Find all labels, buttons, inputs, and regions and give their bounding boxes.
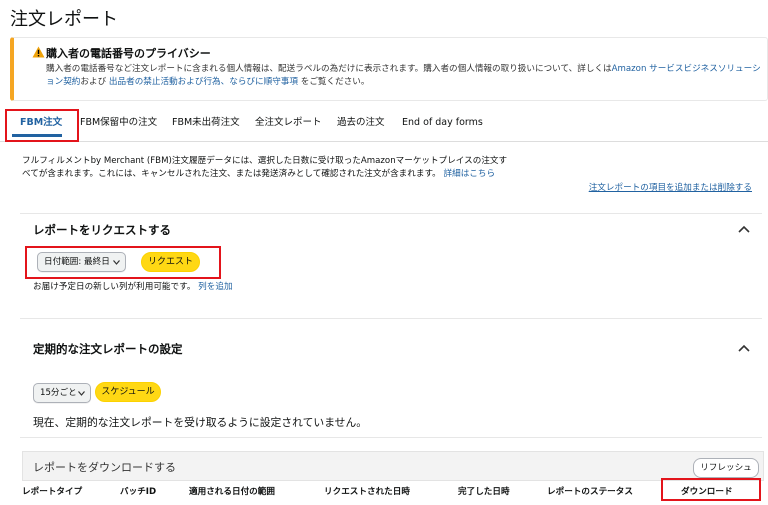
- column-header-download: ダウンロード: [681, 487, 733, 497]
- tab-all-orders[interactable]: 全注文レポート: [255, 108, 322, 138]
- column-header-completed-at: 完了した日時: [458, 487, 510, 497]
- tab-fbm-unshipped[interactable]: FBM未出荷注文: [172, 108, 240, 138]
- column-header-report-type: レポートタイプ: [22, 487, 83, 497]
- column-header-batch-id: バッチID: [120, 487, 157, 497]
- schedule-status-text: 現在、定期的な注文レポートを受け取るように設定されていません。: [33, 416, 368, 429]
- chevron-down-icon: [78, 391, 85, 396]
- report-tabs: FBM注文 FBM保留中の注文 FBM未出荷注文 全注文レポート 過去の注文 E…: [0, 108, 768, 142]
- column-header-date-range: 適用される日付の範囲: [189, 487, 275, 497]
- date-range-select[interactable]: 日付範囲: 最終日: [37, 252, 126, 272]
- column-header-requested-at: リクエストされた日時: [324, 487, 410, 497]
- refresh-button[interactable]: リフレッシュ: [693, 458, 759, 478]
- tab-fbm-pending[interactable]: FBM保留中の注文: [80, 108, 157, 138]
- prohibited-activities-link[interactable]: 出品者の禁止活動および行為、ならびに順守事項: [109, 77, 298, 87]
- section-divider: [20, 213, 762, 214]
- download-section-title: レポートをダウンロードする: [33, 461, 176, 474]
- learn-more-link[interactable]: 詳細はこちら: [444, 169, 496, 179]
- page-title: 注文レポート: [10, 9, 118, 30]
- download-section-header: レポートをダウンロードする リフレッシュ: [22, 451, 764, 481]
- new-column-note: お届け予定日の新しい列が利用可能です。 列を追加: [33, 282, 233, 292]
- section-divider: [20, 318, 762, 319]
- chevron-up-icon[interactable]: [738, 344, 750, 352]
- column-header-status: レポートのステータス: [547, 487, 633, 497]
- warning-icon: [32, 46, 45, 58]
- alert-body: 購入者の電話番号など注文レポートに含まれる個人情報は、配送ラベルの為だけに表示さ…: [46, 64, 761, 87]
- interval-select[interactable]: 15分ごと: [33, 383, 91, 403]
- tab-end-of-day-forms[interactable]: End of day forms: [402, 108, 483, 138]
- request-section-title: レポートをリクエストする: [33, 223, 171, 237]
- privacy-alert: 購入者の電話番号のプライバシー 購入者の電話番号など注文レポートに含まれる個人情…: [10, 37, 768, 101]
- add-remove-columns-link[interactable]: 注文レポートの項目を追加または削除する: [589, 181, 752, 193]
- alert-title: 購入者の電話番号のプライバシー: [46, 47, 211, 60]
- chevron-up-icon[interactable]: [738, 225, 750, 233]
- tab-archived-orders[interactable]: 過去の注文: [337, 108, 385, 138]
- schedule-section-title: 定期的な注文レポートの設定: [33, 342, 183, 356]
- request-button[interactable]: リクエスト: [141, 252, 200, 272]
- active-tab-indicator: [12, 134, 62, 137]
- section-divider: [20, 437, 762, 438]
- add-column-link[interactable]: 列を追加: [198, 282, 232, 292]
- schedule-button[interactable]: スケジュール: [95, 382, 161, 402]
- report-description: フルフィルメントby Merchant (FBM)注文履歴データには、選択した日…: [22, 156, 508, 179]
- chevron-down-icon: [113, 260, 120, 265]
